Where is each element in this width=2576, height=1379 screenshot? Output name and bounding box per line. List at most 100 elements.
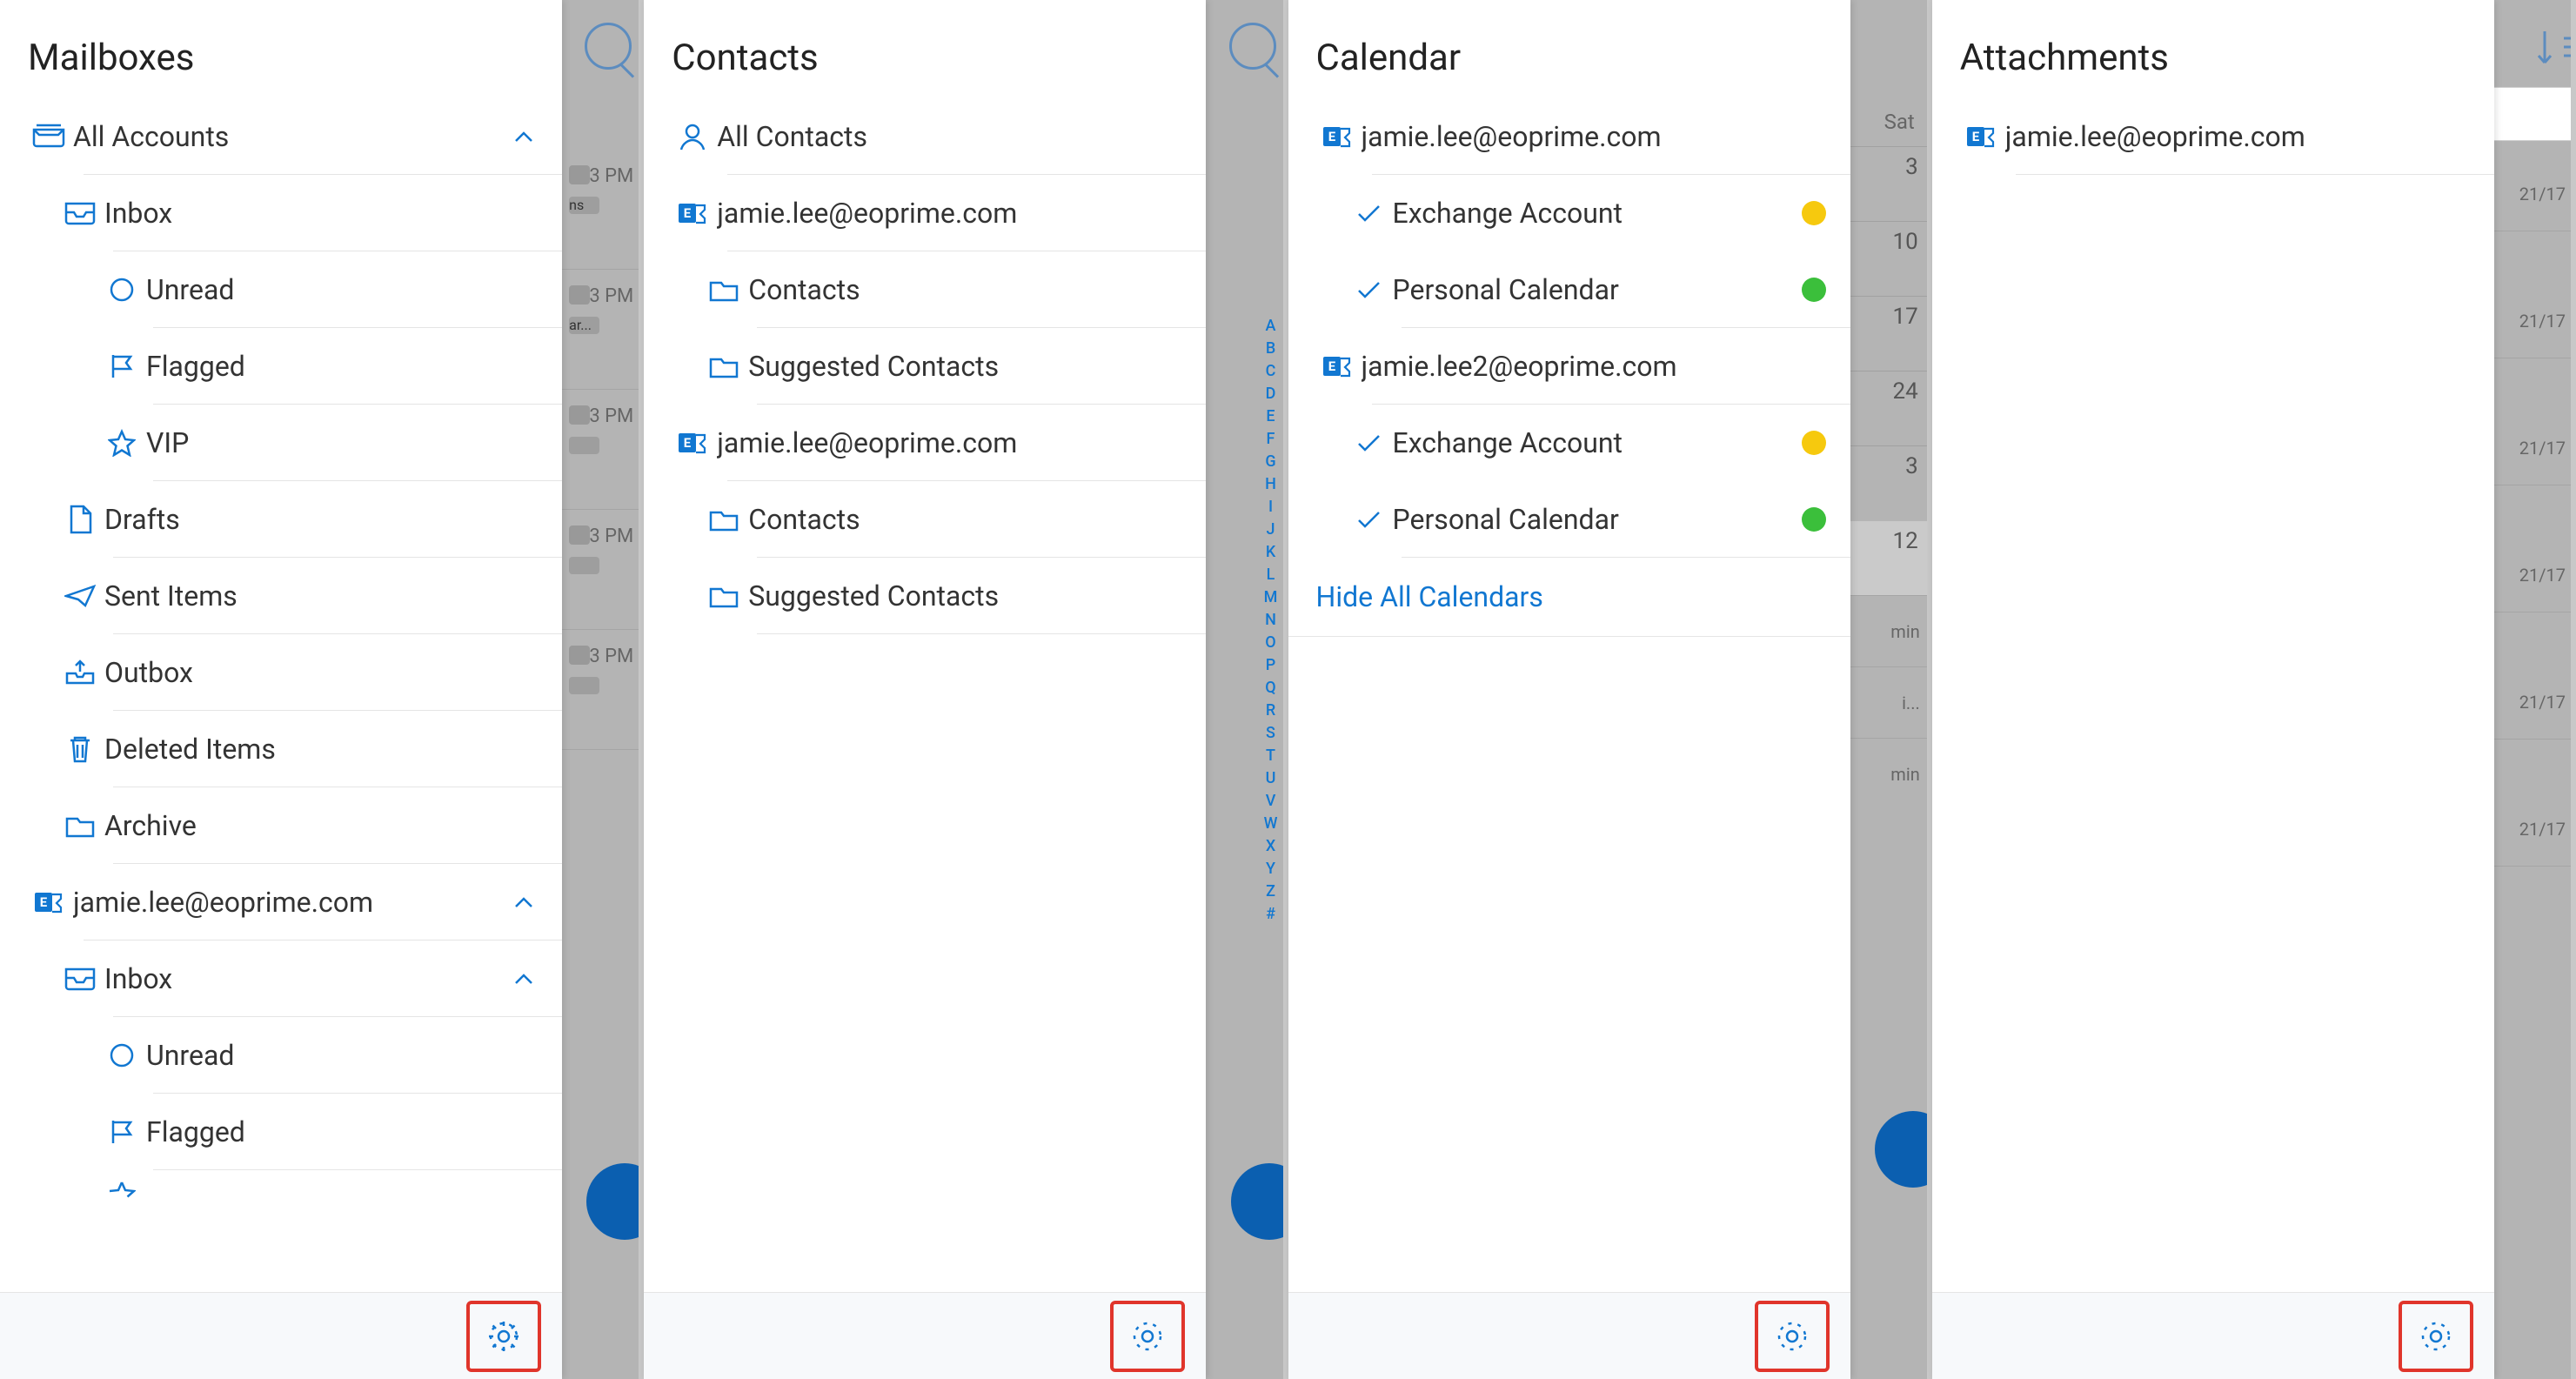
- alpha-index-S[interactable]: S: [1266, 722, 1275, 745]
- archive-row[interactable]: Archive: [0, 787, 562, 864]
- exchange-calendar-1[interactable]: Exchange Account: [1288, 175, 1850, 251]
- contacts-account1-label: jamie.lee@eoprime.com: [717, 197, 1181, 230]
- alpha-index-K[interactable]: K: [1266, 541, 1275, 564]
- alpha-index-H[interactable]: H: [1265, 473, 1276, 496]
- calendar-account2-row[interactable]: E jamie.lee2@eoprime.com: [1288, 328, 1850, 405]
- chevron-up-icon[interactable]: [510, 896, 538, 908]
- contacts-title: Contacts: [644, 0, 1206, 98]
- compose-fab: [586, 1163, 639, 1240]
- attachments-account1-row[interactable]: E jamie.lee@eoprime.com: [1932, 98, 2494, 175]
- document-icon: [56, 504, 104, 535]
- alpha-index-E[interactable]: E: [1266, 405, 1275, 428]
- alpha-index-D[interactable]: D: [1266, 383, 1276, 405]
- exchange-calendar-2[interactable]: Exchange Account: [1288, 405, 1850, 481]
- all-contacts-label: All Contacts: [717, 120, 1181, 153]
- exchange-icon: E: [24, 887, 73, 918]
- trash-icon: [56, 734, 104, 764]
- drafts-row[interactable]: Drafts: [0, 481, 562, 558]
- calendar-account1-row[interactable]: E jamie.lee@eoprime.com: [1288, 98, 1850, 175]
- compose-fab: [1875, 1111, 1927, 1188]
- svg-text:E: E: [1972, 129, 1980, 144]
- chevron-up-icon[interactable]: [510, 973, 538, 985]
- sent-row[interactable]: Sent Items: [0, 558, 562, 634]
- unread-row[interactable]: Unread: [0, 251, 562, 328]
- contacts-account2-label: jamie.lee@eoprime.com: [717, 426, 1181, 459]
- alpha-index-Q[interactable]: Q: [1265, 677, 1275, 700]
- flagged-label: Flagged: [146, 350, 538, 383]
- account1-row[interactable]: E jamie.lee@eoprime.com: [0, 864, 562, 941]
- settings-button[interactable]: [466, 1301, 541, 1372]
- contacts-folder-1[interactable]: Contacts: [644, 251, 1206, 328]
- account1-inbox-row[interactable]: Inbox: [0, 941, 562, 1017]
- alpha-index-R[interactable]: R: [1266, 700, 1275, 722]
- star-icon: [97, 1182, 146, 1199]
- alpha-index-N[interactable]: N: [1265, 609, 1276, 632]
- personal-calendar-1[interactable]: Personal Calendar: [1288, 251, 1850, 328]
- contacts-account1-row[interactable]: E jamie.lee@eoprime.com: [644, 175, 1206, 251]
- alpha-index-F[interactable]: F: [1267, 428, 1275, 451]
- outbox-row[interactable]: Outbox: [0, 634, 562, 711]
- account1-label: jamie.lee@eoprime.com: [73, 886, 510, 919]
- alpha-index-V[interactable]: V: [1266, 790, 1276, 813]
- alpha-index-T[interactable]: T: [1266, 745, 1275, 767]
- attachments-account1-label: jamie.lee@eoprime.com: [2005, 120, 2470, 153]
- suggested-folder-1[interactable]: Suggested Contacts: [644, 328, 1206, 405]
- attachments-sidebar: Attachments E jamie.lee@eoprime.com: [1932, 0, 2494, 1379]
- suggested-folder-2[interactable]: Suggested Contacts: [644, 558, 1206, 634]
- all-accounts-row[interactable]: All Accounts: [0, 98, 562, 175]
- gear-icon: [2418, 1318, 2454, 1355]
- vip-row[interactable]: VIP: [0, 405, 562, 481]
- deleted-label: Deleted Items: [104, 733, 538, 766]
- chevron-up-icon[interactable]: [510, 131, 538, 143]
- account1-unread-row[interactable]: Unread: [0, 1017, 562, 1094]
- unread-icon: [97, 1042, 146, 1068]
- alpha-index-Y[interactable]: Y: [1266, 858, 1275, 880]
- compose-fab: [1231, 1163, 1283, 1240]
- alpha-index-A[interactable]: A: [1266, 315, 1276, 338]
- account1-flagged-row[interactable]: Flagged: [0, 1094, 562, 1170]
- contacts-account2-row[interactable]: E jamie.lee@eoprime.com: [644, 405, 1206, 481]
- exchange-icon: E: [1957, 121, 2005, 152]
- alpha-index-M[interactable]: M: [1264, 586, 1278, 609]
- account1-unread-label: Unread: [146, 1039, 538, 1072]
- account1-vip-row-partial[interactable]: [0, 1170, 562, 1210]
- flagged-row[interactable]: Flagged: [0, 328, 562, 405]
- mailboxes-sidebar: Mailboxes All Accounts Inbox: [0, 0, 562, 1379]
- inbox-label: Inbox: [104, 197, 538, 230]
- settings-button[interactable]: [1755, 1301, 1830, 1372]
- alpha-index-W[interactable]: W: [1264, 813, 1278, 835]
- inbox-row[interactable]: Inbox: [0, 175, 562, 251]
- alpha-index-U[interactable]: U: [1266, 767, 1276, 790]
- contacts-panel-wrap: Contacts All Contacts E jamie.lee@eoprim…: [644, 0, 1288, 1379]
- alpha-index-P[interactable]: P: [1266, 654, 1276, 677]
- contacts-folder-2[interactable]: Contacts: [644, 481, 1206, 558]
- alpha-index-B[interactable]: B: [1266, 338, 1275, 360]
- alpha-index-#[interactable]: #: [1266, 903, 1275, 926]
- contacts-sidebar: Contacts All Contacts E jamie.lee@eoprim…: [644, 0, 1206, 1379]
- settings-button[interactable]: [2399, 1301, 2473, 1372]
- hide-all-calendars[interactable]: Hide All Calendars: [1288, 558, 1850, 637]
- folder-icon: [699, 277, 748, 303]
- send-icon: [56, 584, 104, 608]
- alpha-index-X[interactable]: X: [1266, 835, 1275, 858]
- alpha-index-O[interactable]: O: [1265, 632, 1275, 654]
- alpha-index-C[interactable]: C: [1266, 360, 1276, 383]
- deleted-row[interactable]: Deleted Items: [0, 711, 562, 787]
- calendar-title: Calendar: [1288, 0, 1850, 98]
- alpha-index-I[interactable]: I: [1268, 496, 1273, 519]
- contacts-footer: [644, 1292, 1206, 1379]
- alphabet-index[interactable]: ABCDEFGHIJKLMNOPQRSTUVWXYZ#: [1259, 315, 1283, 926]
- personal-calendar-2[interactable]: Personal Calendar: [1288, 481, 1850, 558]
- alpha-index-J[interactable]: J: [1266, 519, 1275, 541]
- all-contacts-row[interactable]: All Contacts: [644, 98, 1206, 175]
- contact-icon: [668, 121, 717, 152]
- attachments-footer: [1932, 1292, 2494, 1379]
- settings-button[interactable]: [1110, 1301, 1185, 1372]
- alpha-index-Z[interactable]: Z: [1266, 880, 1275, 903]
- search-icon: [585, 23, 632, 70]
- alpha-index-G[interactable]: G: [1265, 451, 1275, 473]
- folder-icon: [699, 353, 748, 379]
- account1-inbox-label: Inbox: [104, 962, 510, 995]
- alpha-index-L[interactable]: L: [1267, 564, 1275, 586]
- exchange-icon: E: [668, 197, 717, 229]
